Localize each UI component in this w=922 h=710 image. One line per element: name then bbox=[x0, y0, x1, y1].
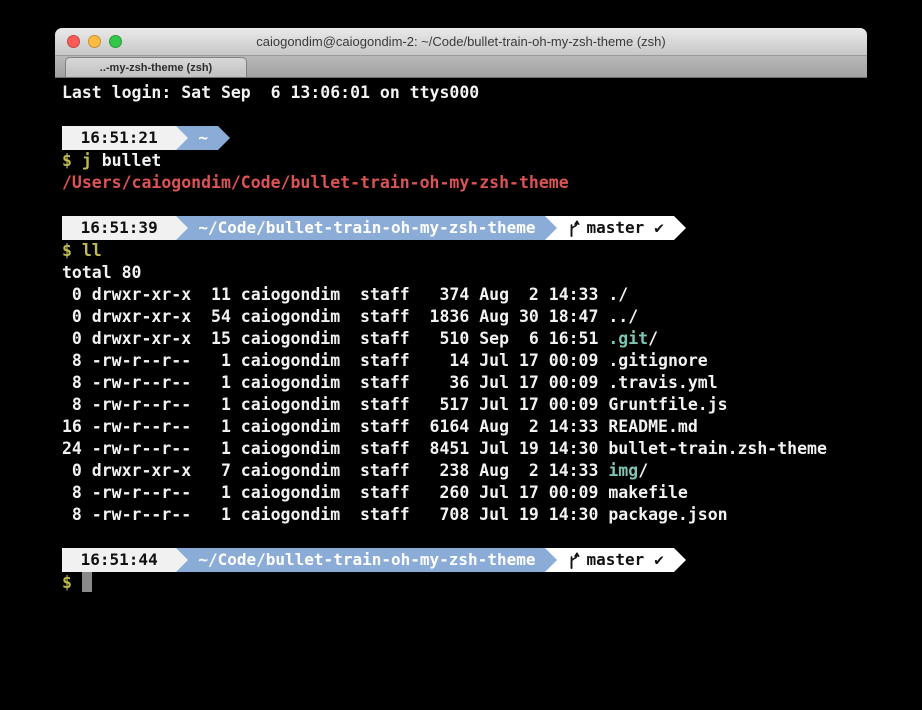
terminal-cursor bbox=[82, 572, 92, 592]
terminal-line: total 80 bbox=[62, 262, 867, 284]
terminal-line: 8 -rw-r--r-- 1 caiogondim staff 36 Jul 1… bbox=[62, 372, 867, 394]
git-clean-check-icon: ✔ bbox=[654, 549, 664, 571]
terminal-text-span: 8 -rw-r--r-- 1 caiogondim staff 14 Jul 1… bbox=[62, 351, 708, 370]
powerline-separator-icon bbox=[176, 216, 188, 240]
traffic-lights bbox=[67, 28, 122, 55]
prompt-git-segment: master ✔ bbox=[557, 548, 673, 572]
terminal-text-span: img bbox=[608, 461, 638, 480]
close-button-icon[interactable] bbox=[67, 35, 80, 48]
window-titlebar[interactable]: caiogondim@caiogondim-2: ~/Code/bullet-t… bbox=[55, 28, 867, 56]
terminal-line: 8 -rw-r--r-- 1 caiogondim staff 708 Jul … bbox=[62, 504, 867, 526]
prompt-time-segment: 16:51:21 bbox=[62, 126, 176, 150]
powerline-separator-icon bbox=[176, 126, 188, 150]
terminal-line: 0 drwxr-xr-x 7 caiogondim staff 238 Aug … bbox=[62, 460, 867, 482]
terminal-blank-line bbox=[62, 194, 867, 216]
powerline-separator-icon bbox=[176, 548, 188, 572]
minimize-button-icon[interactable] bbox=[88, 35, 101, 48]
prompt-git-segment: master ✔ bbox=[557, 216, 673, 240]
terminal-line: 0 drwxr-xr-x 15 caiogondim staff 510 Sep… bbox=[62, 328, 867, 350]
powerline-separator-icon bbox=[218, 126, 230, 150]
terminal-line: 0 drwxr-xr-x 54 caiogondim staff 1836 Au… bbox=[62, 306, 867, 328]
prompt-time-segment: 16:51:39 bbox=[62, 216, 176, 240]
zoom-button-icon[interactable] bbox=[109, 35, 122, 48]
terminal-blank-line bbox=[62, 526, 867, 548]
terminal-text-span: / bbox=[638, 461, 648, 480]
terminal-text-span: 0 drwxr-xr-x 15 caiogondim staff 510 Sep… bbox=[62, 329, 608, 348]
terminal-blank-line bbox=[62, 104, 867, 126]
powerline-separator-icon bbox=[545, 548, 557, 572]
prompt-line: 16:51:44 ~/Code/bullet-train-oh-my-zsh-t… bbox=[62, 548, 867, 572]
git-branch-icon bbox=[567, 551, 580, 570]
terminal-text-span: .git bbox=[608, 329, 648, 348]
terminal-line: 0 drwxr-xr-x 11 caiogondim staff 374 Aug… bbox=[62, 284, 867, 306]
terminal-text-span: 0 drwxr-xr-x 7 caiogondim staff 238 Aug … bbox=[62, 461, 608, 480]
terminal-text-span: $ bbox=[62, 573, 82, 592]
powerline-separator-icon bbox=[674, 216, 686, 240]
prompt-path-segment: ~ bbox=[188, 126, 218, 150]
terminal-line: /Users/caiogondim/Code/bullet-train-oh-m… bbox=[62, 172, 867, 194]
terminal-text-span: / bbox=[648, 329, 658, 348]
terminal-line: 8 -rw-r--r-- 1 caiogondim staff 14 Jul 1… bbox=[62, 350, 867, 372]
terminal-text-span: total 80 bbox=[62, 263, 141, 282]
terminal-tab[interactable]: ..-my-zsh-theme (zsh) bbox=[65, 57, 247, 77]
terminal-text-span: 0 drwxr-xr-x 11 caiogondim staff 374 Aug… bbox=[62, 285, 628, 304]
terminal-line: 16 -rw-r--r-- 1 caiogondim staff 6164 Au… bbox=[62, 416, 867, 438]
powerline-separator-icon bbox=[545, 216, 557, 240]
terminal-text-span: 8 -rw-r--r-- 1 caiogondim staff 517 Jul … bbox=[62, 395, 728, 414]
prompt-time-segment: 16:51:44 bbox=[62, 548, 176, 572]
prompt-path-segment: ~/Code/bullet-train-oh-my-zsh-theme bbox=[188, 216, 545, 240]
prompt-line: 16:51:21 ~ bbox=[62, 126, 867, 150]
terminal-text-span: $ ll bbox=[62, 241, 102, 260]
terminal-text-span: 8 -rw-r--r-- 1 caiogondim staff 36 Jul 1… bbox=[62, 373, 718, 392]
terminal-window: caiogondim@caiogondim-2: ~/Code/bullet-t… bbox=[55, 28, 867, 710]
terminal-text-span: 0 drwxr-xr-x 54 caiogondim staff 1836 Au… bbox=[62, 307, 638, 326]
terminal-text-span: 8 -rw-r--r-- 1 caiogondim staff 708 Jul … bbox=[62, 505, 728, 524]
tab-bar: ..-my-zsh-theme (zsh) bbox=[55, 56, 867, 78]
terminal-text-span: 16 -rw-r--r-- 1 caiogondim staff 6164 Au… bbox=[62, 417, 698, 436]
terminal-line: Last login: Sat Sep 6 13:06:01 on ttys00… bbox=[62, 82, 867, 104]
tab-label: ..-my-zsh-theme (zsh) bbox=[100, 62, 212, 74]
prompt-line: 16:51:39 ~/Code/bullet-train-oh-my-zsh-t… bbox=[62, 216, 867, 240]
terminal-text-span: Last login: Sat Sep 6 13:06:01 on ttys00… bbox=[62, 83, 479, 102]
terminal-line: $ bbox=[62, 572, 867, 594]
terminal-text-span: 24 -rw-r--r-- 1 caiogondim staff 8451 Ju… bbox=[62, 439, 827, 458]
window-title: caiogondim@caiogondim-2: ~/Code/bullet-t… bbox=[256, 34, 666, 49]
terminal-text-span: $ j bbox=[62, 151, 102, 170]
prompt-path-segment: ~/Code/bullet-train-oh-my-zsh-theme bbox=[188, 548, 545, 572]
terminal-text-span: bullet bbox=[102, 151, 162, 170]
git-branch-name: master bbox=[586, 549, 644, 571]
git-branch-name: master bbox=[586, 217, 644, 239]
terminal-line: 24 -rw-r--r-- 1 caiogondim staff 8451 Ju… bbox=[62, 438, 867, 460]
terminal-line: 8 -rw-r--r-- 1 caiogondim staff 260 Jul … bbox=[62, 482, 867, 504]
terminal-text-span: 8 -rw-r--r-- 1 caiogondim staff 260 Jul … bbox=[62, 483, 688, 502]
terminal-line: 8 -rw-r--r-- 1 caiogondim staff 517 Jul … bbox=[62, 394, 867, 416]
terminal-line: $ ll bbox=[62, 240, 867, 262]
terminal-content[interactable]: Last login: Sat Sep 6 13:06:01 on ttys00… bbox=[55, 78, 867, 710]
git-clean-check-icon: ✔ bbox=[654, 217, 664, 239]
powerline-separator-icon bbox=[674, 548, 686, 572]
terminal-text-span: /Users/caiogondim/Code/bullet-train-oh-m… bbox=[62, 173, 569, 192]
git-branch-icon bbox=[567, 219, 580, 238]
terminal-line: $ j bullet bbox=[62, 150, 867, 172]
